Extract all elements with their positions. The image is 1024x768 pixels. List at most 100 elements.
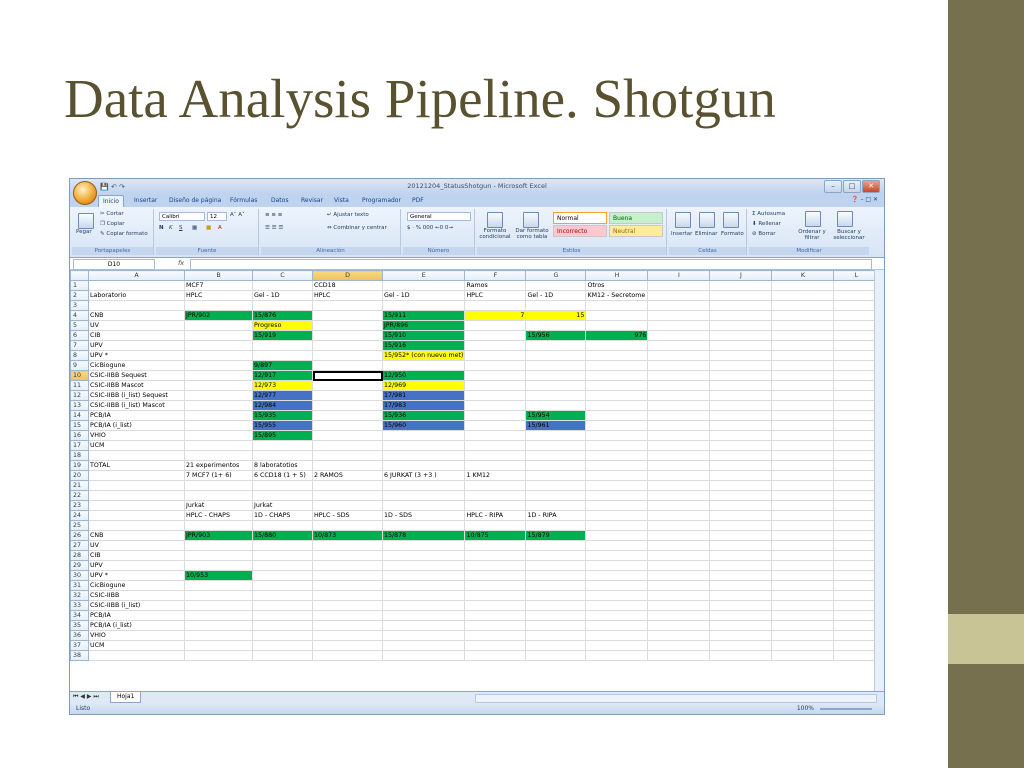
tab-datos[interactable]: Datos: [267, 195, 292, 207]
cell-j33[interactable]: [709, 600, 773, 611]
cell-j7[interactable]: [709, 340, 773, 351]
row-header[interactable]: 20: [70, 470, 89, 481]
cell-k24[interactable]: [771, 510, 835, 521]
cell-table[interactable]: ABCDEFGHIJKL 1 MCF7 CCD18 Ramos Otros 2 Labora…: [70, 270, 883, 661]
cell-e35[interactable]: [381, 620, 466, 631]
cell-l11[interactable]: [833, 380, 880, 391]
cell-b12[interactable]: [184, 390, 253, 401]
cell-k9[interactable]: [771, 360, 835, 371]
row-header[interactable]: 3: [70, 300, 89, 311]
cell-a2[interactable]: Laboratorio: [88, 290, 185, 301]
cell-c12[interactable]: 12/977: [252, 390, 313, 401]
cell-k11[interactable]: [771, 380, 835, 391]
cell-l10[interactable]: [833, 370, 880, 381]
cell-k19[interactable]: [771, 460, 835, 471]
cell-i27[interactable]: [647, 540, 711, 551]
cell-e14[interactable]: 15/936: [381, 410, 466, 421]
format-as-table-button[interactable]: Dar formato como tabla: [513, 228, 551, 240]
zoom-level[interactable]: 100%: [797, 705, 814, 712]
cell-a28[interactable]: CIB: [88, 550, 185, 561]
cell-k22[interactable]: [771, 490, 835, 501]
row-header[interactable]: 36: [70, 630, 89, 641]
cell-j19[interactable]: [709, 460, 773, 471]
cell-d37[interactable]: [312, 640, 383, 651]
row-header[interactable]: 32: [70, 590, 89, 601]
cell-g4[interactable]: 15: [525, 310, 587, 321]
cell-l35[interactable]: [833, 620, 880, 631]
paste-icon[interactable]: [78, 213, 94, 229]
tab-vista[interactable]: Vista: [330, 195, 353, 207]
cell-b1[interactable]: MCF7: [184, 280, 253, 291]
cell-l13[interactable]: [833, 400, 880, 411]
cell-b27[interactable]: [184, 540, 253, 551]
cell-h36[interactable]: [585, 630, 649, 641]
cell-i2[interactable]: [647, 290, 711, 301]
fill-color-icon[interactable]: ■: [206, 225, 211, 231]
cell-e16[interactable]: [381, 430, 466, 441]
cell-i30[interactable]: [647, 570, 711, 581]
column-header-i[interactable]: I: [647, 270, 711, 281]
tab-formulas[interactable]: Fórmulas: [226, 195, 261, 207]
cell-k10[interactable]: [771, 370, 835, 381]
cell-h7[interactable]: [585, 340, 649, 351]
cell-l18[interactable]: [833, 450, 880, 461]
cell-a10[interactable]: CSIC-IIBB Sequest: [88, 370, 185, 381]
cell-b2[interactable]: HPLC: [184, 290, 253, 301]
row-header[interactable]: 21: [70, 480, 89, 491]
cell-b25[interactable]: [184, 520, 253, 531]
cell-j38[interactable]: [709, 650, 773, 661]
cell-k21[interactable]: [771, 480, 835, 491]
cell-b10[interactable]: [184, 370, 253, 381]
cell-a6[interactable]: CIB: [88, 330, 185, 341]
cell-l17[interactable]: [833, 440, 880, 451]
cell-e32[interactable]: [381, 590, 466, 601]
cell-h5[interactable]: [585, 320, 649, 331]
cell-b34[interactable]: [184, 610, 253, 621]
cell-e28[interactable]: [381, 550, 466, 561]
cell-b19[interactable]: 21 experimentos: [184, 460, 253, 471]
cell-e33[interactable]: [381, 600, 466, 611]
format-cells-icon[interactable]: [723, 212, 739, 228]
cell-k34[interactable]: [771, 610, 835, 621]
cell-h26[interactable]: [585, 530, 649, 541]
cell-a16[interactable]: VHIO: [88, 430, 185, 441]
cell-l3[interactable]: [833, 300, 880, 311]
cell-f36[interactable]: [464, 630, 527, 641]
align-top-icon[interactable]: ≡ ≡ ≡: [265, 212, 282, 218]
cell-a12[interactable]: CSIC-IIBB (i_list) Sequest: [88, 390, 185, 401]
cell-d1[interactable]: CCD18: [312, 280, 383, 291]
row-header[interactable]: 11: [70, 380, 89, 391]
column-header-f[interactable]: F: [464, 270, 527, 281]
column-header-j[interactable]: J: [709, 270, 773, 281]
cell-a34[interactable]: PCB/IA: [88, 610, 185, 621]
cell-i32[interactable]: [647, 590, 711, 601]
cell-l15[interactable]: [833, 420, 880, 431]
cell-f19[interactable]: [464, 460, 527, 471]
cell-i28[interactable]: [647, 550, 711, 561]
cell-h34[interactable]: [585, 610, 649, 621]
cell-g14[interactable]: 15/954: [525, 410, 587, 421]
row-header[interactable]: 8: [70, 350, 89, 361]
cell-i10[interactable]: [647, 370, 711, 381]
cell-e21[interactable]: [381, 480, 466, 491]
cell-g9[interactable]: [525, 360, 587, 371]
cell-b15[interactable]: [184, 420, 253, 431]
cell-i35[interactable]: [647, 620, 711, 631]
cell-d26[interactable]: 10/873: [312, 530, 383, 541]
cell-a8[interactable]: UPV *: [88, 350, 185, 361]
cell-g10[interactable]: [525, 370, 587, 381]
cell-i25[interactable]: [647, 520, 711, 531]
cell-c34[interactable]: [252, 610, 313, 621]
cell-g22[interactable]: [525, 490, 587, 501]
cell-d5[interactable]: [312, 320, 383, 331]
cell-j3[interactable]: [709, 300, 773, 311]
cell-h16[interactable]: [585, 430, 649, 441]
cell-h21[interactable]: [585, 480, 649, 491]
cell-f4[interactable]: 7: [464, 310, 527, 321]
cell-k13[interactable]: [771, 400, 835, 411]
cell-b30[interactable]: 10/953: [184, 570, 253, 581]
borders-icon[interactable]: ▦: [192, 225, 197, 231]
cell-h33[interactable]: [585, 600, 649, 611]
cell-g19[interactable]: [525, 460, 587, 471]
cell-f17[interactable]: [464, 440, 527, 451]
